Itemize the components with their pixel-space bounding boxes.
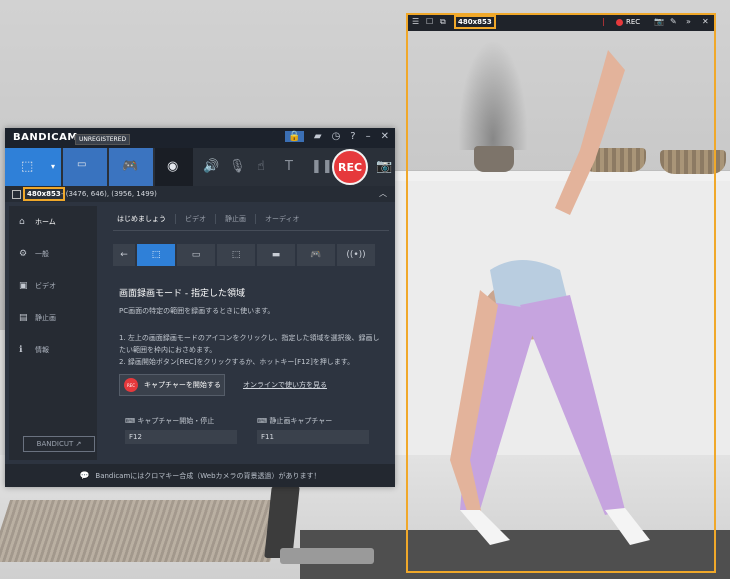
area-mode-icon[interactable]: ⬚ (137, 244, 175, 266)
gamepad-icon: 🎮 (122, 159, 139, 174)
hotkey-image-field[interactable]: F11 (257, 430, 369, 444)
tab-bar: はじめましょう ビデオ 静止画 オーディオ (111, 214, 309, 224)
capture-toolbar: ☰ ☐ ⧉ 480x853 ❘ REC 📷 ✎ » ✕ (408, 15, 714, 31)
capture-size-label[interactable]: 480x853 (454, 15, 496, 29)
text-icon[interactable]: T (285, 159, 293, 174)
clock-icon[interactable]: ◷ (332, 131, 341, 142)
step-2: 2. 録画開始ボタン[REC]をクリックするか、ホットキー[F12]を押します。 (119, 358, 355, 366)
mode-heading: 画面録画モード - 指定した領域 (119, 289, 245, 299)
sidebar-item-label: 一般 (35, 250, 49, 258)
cursor-effect-icon[interactable]: ☝ (257, 159, 265, 174)
pause-icon[interactable]: ❚❚ (311, 159, 333, 174)
info-icon: ℹ (19, 345, 23, 355)
camera-icon[interactable]: 📷 (654, 17, 664, 26)
game-mode-icon[interactable]: 🎮 (297, 244, 335, 266)
close-icon[interactable]: ✕ (702, 17, 709, 26)
mode-description: PC画面の特定の範囲を録画するときに使います。 (119, 307, 275, 315)
microphone-icon[interactable]: 🎙 (229, 159, 246, 174)
tab-image[interactable]: 静止画 (215, 214, 255, 224)
collapse-icon[interactable]: ︿ (379, 188, 387, 199)
back-arrow-icon[interactable]: ← (113, 244, 135, 266)
keyboard-icon: ⌨ (125, 417, 138, 425)
size-label[interactable]: 480x853 (23, 187, 65, 201)
tab-getting-started[interactable]: はじめましょう (111, 214, 175, 224)
hotkey-image-label: ⌨ 静止画キャプチャー (257, 417, 333, 425)
mode-selector-row: ← ⬚ ▭ ⬚ ▬ 🎮 ((•)) (113, 244, 375, 266)
close-button[interactable]: ✕ (381, 131, 389, 142)
game-record-mode-button[interactable]: 🎮 (109, 148, 153, 186)
help-icon[interactable]: ? (350, 131, 355, 142)
sidebar-item-info[interactable]: ℹ 情報 (9, 338, 97, 362)
tab-divider (113, 230, 389, 231)
sidebar-item-label: ホーム (35, 218, 56, 226)
main-content: はじめましょう ビデオ 静止画 オーディオ ← ⬚ ▭ ⬚ ▬ 🎮 ((•)) … (101, 206, 391, 460)
tab-video[interactable]: ビデオ (175, 214, 215, 224)
gear-icon: ⚙ (19, 249, 28, 259)
tab-audio[interactable]: オーディオ (255, 214, 309, 224)
instructions: 1. 左上の画面録画モードのアイコンをクリックし、指定した領域を選択後、録画した… (119, 332, 385, 368)
sidebar-item-general[interactable]: ⚙ 一般 (9, 242, 97, 266)
video-icon: ▣ (19, 281, 28, 291)
sidebar-item-image[interactable]: ▤ 静止画 (9, 306, 97, 330)
sidebar: ⌂ ホーム ⚙ 一般 ▣ ビデオ ▤ 静止画 ℹ 情報 BANDICUT ↗ (9, 206, 97, 460)
webcam-button[interactable]: ◉ (155, 148, 193, 186)
area-square-icon (12, 190, 21, 199)
online-help-link[interactable]: オンラインで使い方を見る (243, 380, 327, 390)
bandicam-window: BANDICAM UNREGISTERED 🔒 ▰ ◷ ? – ✕ ⬚ ▾ ▭ … (5, 128, 395, 487)
capture-rec-button[interactable]: REC (616, 18, 640, 26)
capture-region-frame[interactable] (406, 13, 716, 573)
screenshot-camera-icon[interactable]: 📷 (376, 159, 392, 174)
title-bar: BANDICAM UNREGISTERED 🔒 ▰ ◷ ? – ✕ (5, 128, 395, 148)
laptop-base (280, 548, 374, 564)
chat-icon: 💬 (79, 471, 90, 480)
sidebar-item-label: ビデオ (35, 282, 56, 290)
bandicut-button[interactable]: BANDICUT ↗ (23, 436, 95, 452)
area-info-bar: 480x853 - (3476, 646), (3956, 1499) ︿ (5, 186, 395, 202)
window-select-icon[interactable]: ⧉ (440, 17, 446, 27)
start-capture-button[interactable]: REC キャプチャーを開始する (119, 374, 225, 396)
hdmi-icon: ▭ (77, 159, 87, 170)
title-icons: 🔒 ▰ ◷ ? – ✕ (285, 131, 389, 142)
app-brand: BANDICAM (13, 132, 78, 143)
rec-button[interactable]: REC (332, 149, 368, 185)
fullscreen-icon[interactable]: ☐ (426, 17, 433, 26)
folder-icon[interactable]: ▰ (314, 131, 322, 142)
start-capture-label: キャプチャーを開始する (144, 381, 221, 389)
hotkey-start-stop-label: ⌨ キャプチャー開始・停止 (125, 417, 215, 425)
minimize-button[interactable]: – (366, 131, 371, 142)
mode-dropdown-caret-icon[interactable]: ▾ (51, 162, 61, 172)
hotkey-start-stop-field[interactable]: F12 (125, 430, 237, 444)
around-mouse-mode-icon[interactable]: ⬚ (217, 244, 255, 266)
keyboard-icon: ⌨ (257, 417, 270, 425)
toolbar: ⬚ ▾ ▭ 🎮 ◉ 🔊 🎙 ☝ T ❚❚ REC 📷 (5, 148, 395, 186)
rug (0, 500, 291, 562)
unregistered-badge: UNREGISTERED (75, 134, 131, 145)
speaker-icon[interactable]: 🔊 (203, 159, 219, 174)
separator-icon: ❘ (600, 17, 607, 26)
image-icon: ▤ (19, 313, 28, 323)
rec-dot-icon: REC (124, 378, 138, 392)
sidebar-item-home[interactable]: ⌂ ホーム (9, 210, 97, 234)
sidebar-item-label: 静止画 (35, 314, 56, 322)
audio-only-mode-icon[interactable]: ((•)) (337, 244, 375, 266)
step-1: 1. 左上の画面録画モードのアイコンをクリックし、指定した領域を選択後、録画した… (119, 334, 380, 354)
rectangle-area-icon: ⬚ (21, 159, 34, 174)
lock-icon[interactable]: 🔒 (285, 131, 304, 142)
home-icon: ⌂ (19, 217, 25, 227)
device-record-mode-button[interactable]: ▭ (63, 148, 107, 186)
coordinates: - (3476, 646), (3956, 1499) (61, 190, 157, 198)
sidebar-item-label: 情報 (35, 346, 49, 354)
capture-rec-label: REC (626, 18, 641, 26)
fullscreen-mode-icon[interactable]: ▭ (177, 244, 215, 266)
webcam-icon: ◉ (167, 159, 179, 174)
rec-dot-icon (616, 18, 623, 26)
menu-icon[interactable]: ☰ (412, 17, 419, 26)
footer-text: Bandicamにはクロマキー合成（Webカメラの背景透過）があります！ (95, 471, 321, 480)
sidebar-item-video[interactable]: ▣ ビデオ (9, 274, 97, 298)
device-mode-icon[interactable]: ▬ (257, 244, 295, 266)
chevrons-down-icon[interactable]: » (686, 17, 691, 26)
pencil-icon[interactable]: ✎ (670, 17, 677, 26)
footer-bar[interactable]: 💬 Bandicamにはクロマキー合成（Webカメラの背景透過）があります！ (5, 464, 395, 487)
